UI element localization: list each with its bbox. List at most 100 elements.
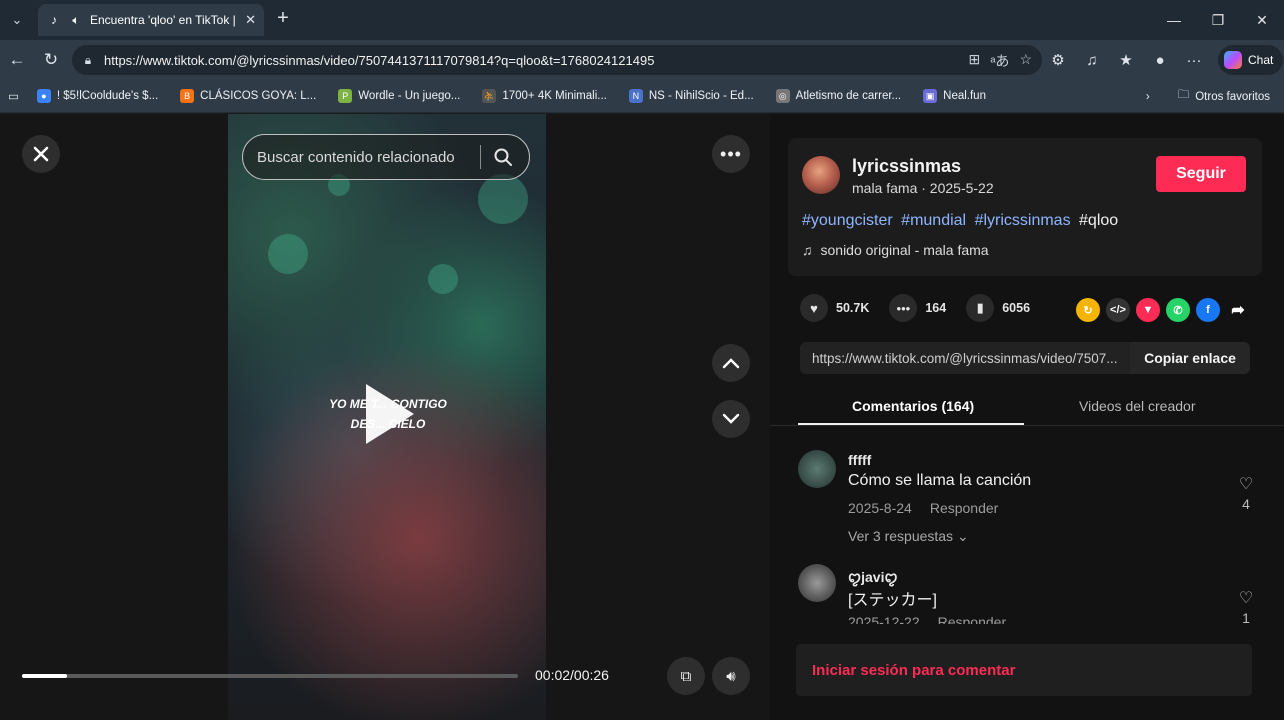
search-divider — [480, 145, 481, 169]
ns-icon: N — [628, 89, 643, 103]
search-icon[interactable] — [493, 147, 513, 167]
author-username[interactable]: lyricssinmas — [852, 156, 961, 177]
other-favorites[interactable]: 🗀 Otros favoritos — [1178, 87, 1270, 106]
tab-creator-videos[interactable]: Videos del creador — [1079, 398, 1195, 414]
bookmark-label: Neal.fun — [943, 90, 986, 102]
engagement-actions: ♥ 50.7K ••• 164 ▮ 6056 — [800, 294, 1040, 322]
view-replies-button[interactable]: Ver 3 respuestas ⌄ — [848, 528, 969, 545]
avatar[interactable] — [798, 450, 836, 488]
sound-link[interactable]: ♫ sonido original - mala fama — [802, 242, 989, 258]
author-subtitle: mala fama · 2025-5-22 — [852, 180, 994, 196]
more-menu-icon[interactable]: ··· — [1180, 46, 1208, 74]
send-to-friends-icon[interactable]: ▼ — [1136, 298, 1160, 322]
chevron-down-icon — [722, 413, 740, 424]
bookmark-item[interactable]: N NS - NihilScio - Ed... — [628, 89, 754, 103]
url-text[interactable]: https://www.tiktok.com/@lyricssinmas/vid… — [104, 53, 654, 68]
sound-label: sonido original - mala fama — [820, 242, 989, 258]
bookmarks-toggle-icon[interactable]: ▭ — [8, 89, 19, 103]
close-icon — [33, 146, 49, 162]
comment-action[interactable]: ••• 164 — [889, 294, 946, 322]
comment-meta: 2025-8-24 Responder — [848, 500, 998, 516]
video-progress-bar[interactable] — [22, 674, 518, 678]
facebook-icon[interactable]: f — [1196, 298, 1220, 322]
like-action[interactable]: ♥ 50.7K — [800, 294, 869, 322]
media-control-icon[interactable]: ♫ — [1078, 46, 1106, 74]
avatar[interactable] — [798, 564, 836, 602]
close-viewer-button[interactable] — [22, 135, 60, 173]
related-search-input[interactable]: Buscar contenido relacionado — [257, 149, 480, 166]
copy-link-box: https://www.tiktok.com/@lyricssinmas/vid… — [800, 342, 1250, 374]
address-bar[interactable]: 🔒︎ https://www.tiktok.com/@lyricssinmas/… — [72, 45, 1042, 75]
comment-author[interactable]: fffff — [848, 452, 871, 468]
app-available-icon[interactable]: ⊞ — [968, 51, 980, 71]
heart-icon: ♥ — [800, 294, 828, 322]
tab-comments[interactable]: Comentarios (164) — [852, 398, 974, 414]
favorites-icon[interactable]: ★ — [1112, 46, 1140, 74]
comment-text: [ステッカー] — [848, 592, 937, 609]
reply-button[interactable]: Responder — [938, 614, 1007, 624]
comment-date: 2025-8-24 — [848, 500, 912, 516]
close-window-button[interactable]: ✕ — [1240, 0, 1284, 40]
audio-playing-icon[interactable]: 🔈︎ — [68, 12, 84, 28]
save-action[interactable]: ▮ 6056 — [966, 294, 1030, 322]
tab-list-chevron-icon[interactable]: ⌄ — [0, 0, 34, 40]
bookmark-icon: ▮ — [966, 294, 995, 322]
bookmark-item[interactable]: P Wordle - Un juego... — [338, 89, 460, 103]
video-link-text[interactable]: https://www.tiktok.com/@lyricssinmas/vid… — [800, 351, 1130, 366]
comments-tabs: Comentarios (164) Videos del creador — [770, 386, 1284, 426]
login-to-comment-button[interactable]: Iniciar sesión para comentar — [796, 644, 1252, 696]
next-video-button[interactable] — [712, 400, 750, 438]
more-options-button[interactable]: ••• — [712, 135, 750, 173]
comment-text: Cómo se llama la canción — [848, 472, 1032, 489]
blogger-icon: B — [180, 89, 195, 103]
hashtag-link[interactable]: #lyricssinmas — [975, 212, 1071, 229]
related-search-box[interactable]: Buscar contenido relacionado — [242, 134, 530, 180]
new-tab-button[interactable]: + — [272, 8, 294, 30]
author-avatar[interactable] — [802, 156, 840, 194]
translate-icon[interactable]: ᵃあ — [990, 51, 1009, 71]
comment-author[interactable]: ꨄjaviꨄ — [848, 566, 898, 587]
copilot-chat-button[interactable]: Chat — [1218, 45, 1284, 75]
follow-button[interactable]: Seguir — [1156, 156, 1246, 192]
tab-title: Encuentra 'qloo' en TikTok | B — [90, 13, 240, 27]
reply-button[interactable]: Responder — [930, 500, 999, 516]
embed-icon[interactable]: </> — [1106, 298, 1130, 322]
browser-tab-active[interactable]: ♪ 🔈︎ Encuentra 'qloo' en TikTok | B ✕ — [38, 4, 264, 36]
comment-list: fffff Cómo se llama la canción 2025-8-24… — [770, 432, 1284, 624]
browser-tab-bar: ⌄ ♪ 🔈︎ Encuentra 'qloo' en TikTok | B ✕ … — [0, 0, 1284, 40]
hashtag-link[interactable]: #youngcister — [802, 212, 893, 229]
extensions-icon[interactable]: ⚙ — [1044, 46, 1072, 74]
bookmark-item[interactable]: ⛹ 1700+ 4K Minimali... — [482, 89, 607, 103]
share-arrow-icon[interactable]: ➦ — [1226, 298, 1250, 322]
close-tab-icon[interactable]: ✕ — [245, 12, 256, 28]
chevron-up-icon — [722, 358, 740, 369]
volume-button[interactable]: 🔊︎ — [712, 657, 750, 695]
bookmark-item[interactable]: ● ! $5!lCooldude's $... — [36, 89, 158, 103]
list-item: ꨄjaviꨄ [ステッカー] 2025-12-22 Responder ♡ 1 — [798, 564, 1268, 624]
maximize-button[interactable]: ❐ — [1196, 0, 1240, 40]
whatsapp-icon[interactable]: ✆ — [1166, 298, 1190, 322]
profile-avatar[interactable]: ● — [1146, 46, 1174, 74]
site-info-icon[interactable]: 🔒︎ — [80, 52, 96, 68]
minimize-button[interactable]: — — [1152, 0, 1196, 40]
copy-link-button[interactable]: Copiar enlace — [1130, 342, 1250, 374]
comment-heart-icon[interactable]: ♡ — [1236, 588, 1256, 608]
bookmark-item[interactable]: ◎ Atletismo de carrer... — [775, 89, 901, 103]
coin-share-icon[interactable]: ↻ — [1076, 298, 1100, 322]
previous-video-button[interactable] — [712, 344, 750, 382]
comment-heart-icon[interactable]: ♡ — [1236, 474, 1256, 494]
more-bookmarks-chevron-icon[interactable]: › — [1146, 91, 1150, 103]
floating-player-button[interactable]: ⧉ — [667, 657, 705, 695]
hashtag-search-term[interactable]: #qloo — [1079, 212, 1118, 229]
bookmark-item[interactable]: B CLÁSICOS GOYA: L... — [180, 89, 316, 103]
comment-count: 164 — [925, 301, 947, 315]
favorite-star-icon[interactable]: ☆ — [1019, 51, 1032, 71]
bookmark-item[interactable]: ▣ Neal.fun — [923, 89, 986, 103]
post-hashtags: #youngcister #mundial #lyricssinmas #qlo… — [802, 212, 1118, 230]
back-button[interactable]: ← — [0, 40, 34, 80]
reload-button[interactable]: ↻ — [34, 40, 68, 80]
hashtag-link[interactable]: #mundial — [901, 212, 966, 229]
play-icon[interactable] — [366, 384, 414, 444]
mini-player-icon: ⧉ — [680, 667, 692, 685]
video-player[interactable]: YO ME T... CONTIGO DES... CIELO — [228, 114, 546, 720]
